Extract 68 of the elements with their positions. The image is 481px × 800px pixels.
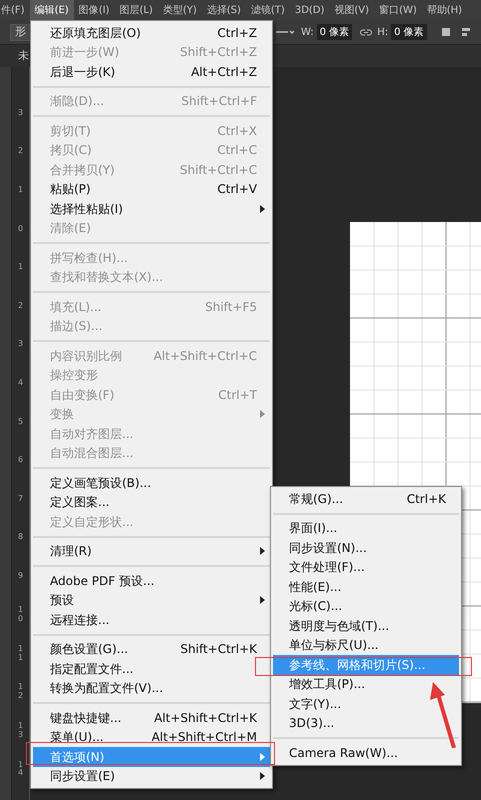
path-alignment-icon[interactable] xyxy=(460,27,471,37)
tool-preset-dropdown[interactable]: 形 xyxy=(10,24,31,40)
menu-item[interactable]: 同步设置(N)... xyxy=(273,538,459,558)
menu-item[interactable]: 远程连接... xyxy=(33,610,270,630)
stroke-dropdown-icon[interactable] xyxy=(276,29,294,35)
menu-item[interactable]: 单位与标尺(U)... xyxy=(273,636,459,655)
ruler-label: 14 xyxy=(16,760,24,778)
link-icon[interactable] xyxy=(360,28,372,36)
ruler-label: 8 xyxy=(16,533,24,542)
menu-item[interactable]: 菜单(U)... Alt+Shift+Ctrl+M xyxy=(33,728,270,747)
menu-bar-item[interactable]: 视图(V) xyxy=(329,0,374,20)
menu-item[interactable]: 选择性粘贴(I) xyxy=(33,199,270,218)
menu-bar-item[interactable]: 选择(S) xyxy=(202,0,246,20)
menu-item[interactable]: 光标(C)... xyxy=(273,596,459,616)
menu-item[interactable]: 增效工具(P)... xyxy=(273,674,459,694)
menu-bar-item[interactable]: 类型(Y) xyxy=(158,0,202,20)
menu-bar-item[interactable]: 3D(D) xyxy=(290,0,330,20)
ruler-label: 5 xyxy=(16,418,24,426)
menu-item[interactable]: 界面(I)... xyxy=(273,518,459,538)
menu-item[interactable]: 后退一步(K) Alt+Ctrl+Z xyxy=(33,62,270,82)
ruler-label: 7 xyxy=(16,494,24,504)
ruler-label: 4 xyxy=(16,379,24,388)
path-operations-icon[interactable] xyxy=(440,27,451,37)
menu-bar-item[interactable]: 窗口(W) xyxy=(374,0,422,20)
menu-item[interactable]: 键盘快捷键... Alt+Shift+Ctrl+K xyxy=(33,708,270,728)
ruler-label: 3 xyxy=(16,340,24,350)
ruler-label: 3 xyxy=(16,108,24,118)
menu-item[interactable]: 定义画笔预设(B)... xyxy=(33,473,270,492)
menu-bar-item[interactable]: 件(F) xyxy=(0,0,30,20)
menu-item[interactable]: 常规(G)... Ctrl+K xyxy=(273,489,459,508)
menu-item[interactable]: 颜色设置(G)... Shift+Ctrl+K xyxy=(33,640,270,659)
ruler-label: 12 xyxy=(16,683,24,701)
menu-item[interactable]: 清理(R) xyxy=(33,542,270,561)
ruler-label: 1 xyxy=(16,263,24,272)
menu-bar-item[interactable]: 图像(I) xyxy=(74,0,114,20)
ruler-label: 0 xyxy=(16,224,24,234)
menu-item[interactable]: 粘贴(P) Ctrl+V xyxy=(33,180,270,199)
ruler-label: 2 xyxy=(16,302,24,311)
ruler-label: 1 xyxy=(16,186,24,195)
height-field[interactable]: 0 像素 xyxy=(391,24,427,40)
menu-item[interactable]: 指定配置文件... xyxy=(33,659,270,678)
document-tab[interactable]: 未 xyxy=(18,48,29,64)
menu-item[interactable]: 转换为配置文件(V)... xyxy=(33,678,270,698)
menu-item[interactable]: 性能(E)... xyxy=(273,577,459,596)
width-field[interactable]: 0 像素 xyxy=(316,24,352,40)
menu-item[interactable]: 定义图案... xyxy=(33,492,270,512)
menu-item[interactable]: 还原填充图层(O) Ctrl+Z xyxy=(33,23,270,42)
menu-bar-item[interactable]: 滤镜(T) xyxy=(246,0,290,20)
menu-bar-item[interactable]: 帮助(H) xyxy=(422,0,468,20)
annotation-arrow xyxy=(430,682,456,748)
menu-bar-item[interactable]: 编辑(E) xyxy=(30,0,74,20)
menu-item[interactable]: Camera Raw(W)... xyxy=(273,743,459,762)
menu-bar-item[interactable]: 图层(L) xyxy=(114,0,158,20)
menu-item[interactable]: 透明度与色域(T)... xyxy=(273,616,459,636)
ruler-label: 2 xyxy=(16,147,24,156)
ruler-label: 10 xyxy=(16,606,24,624)
ruler-label: 9 xyxy=(16,572,24,581)
ruler-label: 13 xyxy=(16,722,24,740)
menu-item[interactable]: 文字(Y)... xyxy=(273,694,459,714)
menu-item[interactable]: 预设 xyxy=(33,590,270,610)
menu-item[interactable]: 同步设置(E) xyxy=(33,766,270,786)
height-label: H: xyxy=(377,26,388,40)
menu-item[interactable]: 3D(3)... xyxy=(273,714,459,733)
menu-item[interactable]: Adobe PDF 预设... xyxy=(33,571,270,590)
menu-item[interactable]: 文件处理(F)... xyxy=(273,558,459,577)
ruler-label: 6 xyxy=(16,456,24,466)
ruler-label: 11 xyxy=(16,644,24,662)
width-label: W: xyxy=(301,26,314,40)
